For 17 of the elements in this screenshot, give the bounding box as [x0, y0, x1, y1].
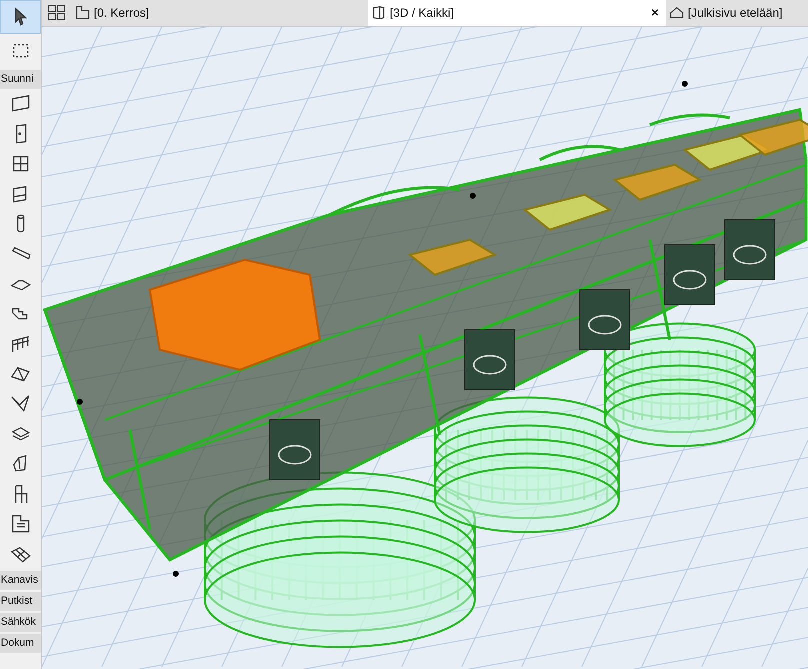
grid-view-icon[interactable] [47, 5, 67, 21]
close-tab-button[interactable]: × [647, 3, 663, 23]
zone-icon[interactable] [10, 513, 32, 535]
toolbox-section-header[interactable]: Dokum [0, 634, 41, 653]
tab-label: [3D / Kaikki] [390, 5, 456, 22]
toolbox-section-header[interactable]: Kanavis [0, 571, 41, 590]
shell-icon[interactable] [10, 393, 32, 415]
toolbox-section-header[interactable]: Sähkök [0, 613, 41, 632]
arrow-tool-button[interactable] [0, 0, 41, 34]
tab-label: [Julkisivu etelään] [688, 5, 783, 22]
cube-icon [371, 5, 387, 21]
floor-plan-icon [75, 5, 91, 21]
toolbox-section-header[interactable]: Suunni [0, 70, 41, 89]
tab-label: [0. Kerros] [94, 5, 150, 22]
toolbox-section-header[interactable]: Putkist [0, 592, 41, 611]
house-icon [669, 5, 685, 21]
view-tab[interactable]: [3D / Kaikki] × [368, 0, 666, 26]
